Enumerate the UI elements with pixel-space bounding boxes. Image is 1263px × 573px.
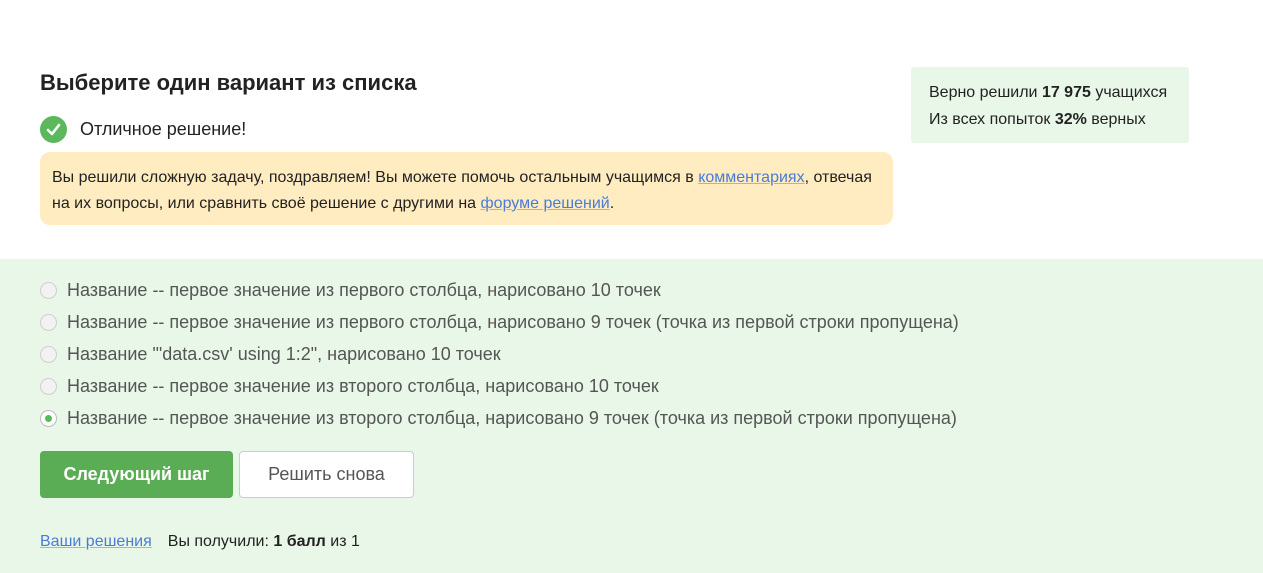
score-prefix: Вы получили: xyxy=(167,533,274,550)
congrats-notice: Вы решили сложную задачу, поздравляем! В… xyxy=(40,152,893,225)
attempts-suffix: верных xyxy=(1086,111,1146,128)
answer-section: Название -- первое значение из первого с… xyxy=(0,259,1263,573)
option-label: Название -- первое значение из второго с… xyxy=(67,375,659,396)
answer-option[interactable]: Название -- первое значение из первого с… xyxy=(40,274,959,306)
option-label: Название "'data.csv' using 1:2", нарисов… xyxy=(67,343,501,364)
score-value: 1 балл xyxy=(273,533,326,550)
radio-icon[interactable] xyxy=(40,345,57,363)
quiz-header-section: Выберите один вариант из списка Отличное… xyxy=(0,0,1263,259)
answer-option[interactable]: Название -- первое значение из второго с… xyxy=(40,370,959,402)
answer-option[interactable]: Название -- первое значение из второго с… xyxy=(40,402,959,434)
attempts-label: Из всех попыток xyxy=(929,111,1055,128)
result-status: Отличное решение! xyxy=(40,115,246,143)
attempts-stat: Из всех попыток 32% верных xyxy=(929,106,1171,133)
quiz-title: Выберите один вариант из списка xyxy=(40,70,417,95)
solved-stat: Верно решили 17 975 учащихся xyxy=(929,79,1171,106)
radio-icon[interactable] xyxy=(40,281,57,299)
solved-count: 17 975 xyxy=(1041,84,1091,101)
attempts-percent: 32% xyxy=(1054,111,1087,128)
score-max: 1 xyxy=(351,533,360,550)
radio-icon[interactable] xyxy=(40,377,57,395)
answer-option[interactable]: Название -- первое значение из первого с… xyxy=(40,306,959,338)
score-mid: из xyxy=(325,533,351,550)
radio-selected-icon[interactable] xyxy=(40,409,57,427)
notice-text: Вы решили сложную задачу, поздравляем! В… xyxy=(52,169,699,186)
status-text: Отличное решение! xyxy=(80,118,247,139)
retry-button[interactable]: Решить снова xyxy=(239,451,414,498)
answer-option[interactable]: Название "'data.csv' using 1:2", нарисов… xyxy=(40,338,959,370)
option-label: Название -- первое значение из второго с… xyxy=(67,407,957,428)
radio-icon[interactable] xyxy=(40,313,57,331)
option-label: Название -- первое значение из первого с… xyxy=(67,311,959,332)
next-step-button[interactable]: Следующий шаг xyxy=(40,451,233,498)
stats-panel: Верно решили 17 975 учащихся Из всех поп… xyxy=(911,67,1189,143)
solved-label: Верно решили xyxy=(929,84,1042,101)
radio-dot-icon xyxy=(45,414,52,422)
notice-text: . xyxy=(609,195,615,212)
option-label: Название -- первое значение из первого с… xyxy=(67,279,661,300)
forum-link[interactable]: форуме решений xyxy=(481,195,610,212)
your-solutions-link[interactable]: Ваши решения xyxy=(40,533,152,551)
score-footer: Ваши решения Вы получили: 1 балл из 1 xyxy=(40,533,360,551)
check-circle-icon xyxy=(40,115,67,143)
comments-link[interactable]: комментариях xyxy=(698,169,804,186)
options-list: Название -- первое значение из первого с… xyxy=(40,274,959,434)
score-text: Вы получили: 1 балл из 1 xyxy=(168,533,360,551)
solved-suffix: учащихся xyxy=(1090,84,1168,101)
